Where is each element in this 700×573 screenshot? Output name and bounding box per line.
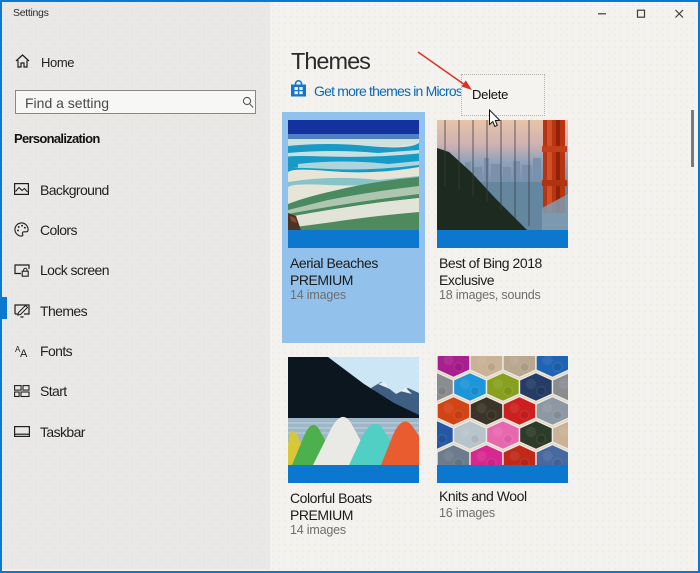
svg-text:A: A <box>20 348 28 358</box>
